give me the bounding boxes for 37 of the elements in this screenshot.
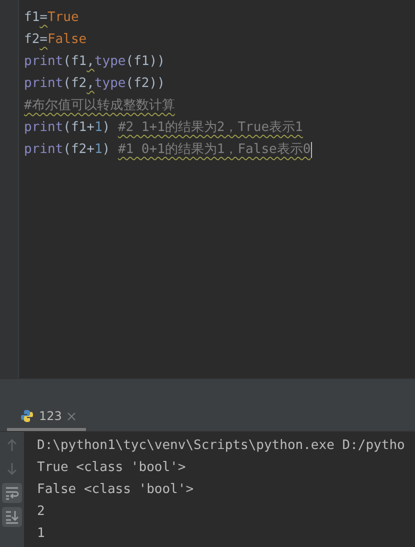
code-token: = [40, 9, 48, 27]
code-token: 1 [94, 141, 102, 159]
code-token: , [86, 53, 94, 71]
code-token: type [94, 75, 126, 93]
code-token: 1 [94, 119, 102, 137]
console-output-line: 1 [37, 525, 46, 543]
close-icon[interactable] [66, 412, 76, 420]
code-token: #布尔值可以转成整数计算 [24, 97, 175, 115]
code-token: (f1+ [63, 119, 94, 137]
code-token: ) [102, 141, 112, 159]
code-token: (f2 [63, 75, 87, 93]
code-token: print [24, 75, 64, 93]
code-token: f2 [24, 31, 40, 49]
code-token: True [47, 9, 79, 27]
code-token: (f1)) [126, 53, 165, 71]
console-output-line: 2 [37, 503, 46, 521]
code-token: #2 1+1的结果为2，True表示1 [118, 119, 303, 137]
code-token: (f2)) [126, 75, 165, 93]
code-token: (f2+ [63, 141, 94, 159]
console-output-line: False <class 'bool'> [37, 481, 195, 499]
soft-wrap-icon[interactable] [2, 483, 22, 503]
code-token: print [24, 119, 64, 137]
code-token: print [24, 53, 64, 71]
code-token: type [94, 53, 126, 71]
scroll-to-end-icon[interactable] [2, 507, 22, 527]
code-token: #1 0+1的结果为1，False表示0 [118, 141, 311, 159]
code-token: (f1 [63, 53, 87, 71]
console-output-line: True <class 'bool'> [37, 459, 187, 477]
run-tab[interactable]: 123 [7, 404, 86, 431]
code-token: False [47, 31, 87, 49]
code-token: ) [102, 119, 112, 137]
code-token: f1 [24, 9, 40, 27]
code-token: , [86, 75, 94, 93]
console-output-line: D:\python1\tyc\venv\Scripts\python.exe D:/pytho [37, 437, 405, 455]
python-icon [20, 409, 34, 423]
code-token: print [24, 141, 64, 159]
code-token: = [40, 31, 48, 49]
